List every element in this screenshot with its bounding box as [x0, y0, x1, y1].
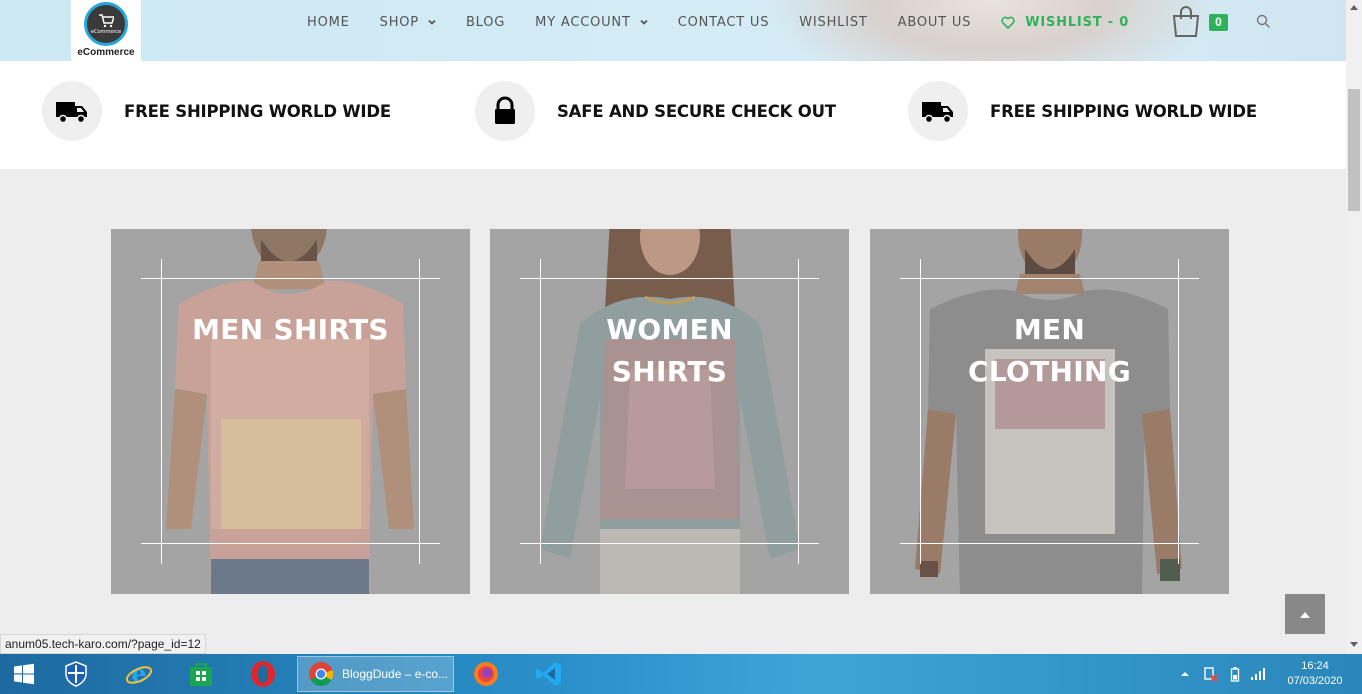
taskbar-app-ie[interactable]: e [115, 654, 163, 694]
logo-text: eCommerce [77, 47, 135, 58]
chevron-down-icon [428, 19, 436, 25]
taskbar-app-defender[interactable] [52, 654, 100, 694]
clock-date: 07/03/2020 [1287, 675, 1343, 687]
internet-explorer-icon: e [125, 659, 153, 688]
nav-label: WISHLIST [799, 14, 868, 30]
shopping-bag-icon[interactable] [1170, 4, 1202, 38]
cart-count-badge: 0 [1209, 14, 1228, 31]
feature-item: SAFE AND SECURE CHECK OUT [475, 81, 836, 141]
frame-line [520, 543, 819, 544]
feature-label: SAFE AND SECURE CHECK OUT [557, 101, 836, 121]
vscode-icon [536, 662, 561, 686]
windows-taskbar: e BloggDude – e-co... 16:24 07/03/2020 [0, 654, 1362, 694]
start-icon [14, 663, 34, 685]
site-logo[interactable]: eCommerce eCommerce [71, 0, 141, 61]
page-scrollbar[interactable] [1346, 0, 1362, 654]
tile-overlay [870, 229, 1229, 594]
tile-overlay [111, 229, 470, 594]
feature-item: FREE SHIPPING WORLD WIDE [42, 81, 391, 141]
nav-item-wishlist[interactable]: WISHLIST [784, 15, 882, 30]
logo-badge: eCommerce [84, 2, 128, 46]
nav-item-blog[interactable]: BLOG [451, 15, 520, 30]
store-icon [190, 663, 212, 686]
nav-label: SHOP [379, 14, 419, 30]
category-tile-men-shirts[interactable]: MEN SHIRTS [111, 229, 470, 594]
feature-label: FREE SHIPPING WORLD WIDE [124, 101, 391, 121]
firefox-icon [474, 662, 498, 686]
feature-label: FREE SHIPPING WORLD WIDE [990, 101, 1257, 121]
active-window-label: BloggDude – e-co... [342, 667, 449, 681]
chrome-icon [309, 662, 334, 686]
wishlist-counter-label: WISHLIST - 0 [1025, 14, 1130, 30]
frame-line [798, 259, 799, 564]
taskbar-clock[interactable]: 16:24 07/03/2020 [1284, 659, 1346, 689]
scrollbar-thumb[interactable] [1348, 89, 1360, 211]
frame-line [419, 259, 420, 564]
cart-logo-icon [99, 13, 114, 27]
nav-item-contact-us[interactable]: CONTACT US [663, 15, 785, 30]
frame-line [900, 543, 1199, 544]
nav-label: BLOG [465, 14, 506, 30]
frame-line [141, 278, 440, 279]
windows-defender-icon [65, 661, 87, 687]
frame-line [520, 278, 819, 279]
chevron-down-icon [640, 19, 648, 25]
site-header: eCommerce eCommerce HOME SHOP BLOG MY AC… [0, 0, 1346, 61]
taskbar-app-opera[interactable] [239, 654, 287, 694]
wishlist-counter-link[interactable]: WISHLIST - 0 [986, 15, 1144, 30]
heart-icon [1001, 16, 1015, 29]
search-icon[interactable] [1256, 14, 1271, 29]
features-bar: FREE SHIPPING WORLD WIDE SAFE AND SECURE… [0, 61, 1346, 169]
nav-item-about-us[interactable]: ABOUT US [883, 15, 987, 30]
scroll-down-arrow-icon[interactable] [1350, 642, 1358, 647]
network-disconnected-icon[interactable] [1202, 666, 1218, 682]
truck-icon [922, 102, 953, 124]
nav-item-shop[interactable]: SHOP [365, 15, 451, 30]
tile-overlay [490, 229, 849, 594]
frame-line [920, 259, 921, 564]
nav-label: CONTACT US [677, 14, 770, 30]
system-tray [1180, 654, 1266, 694]
category-title: MEN SHIRTS [192, 313, 389, 346]
nav-label: HOME [307, 14, 350, 30]
frame-line [161, 259, 162, 564]
main-nav: HOME SHOP BLOG MY ACCOUNT CONTACT US WIS… [292, 0, 1144, 44]
nav-item-home[interactable]: HOME [292, 15, 365, 30]
frame-line [900, 278, 1199, 279]
start-button[interactable] [0, 654, 48, 694]
category-tile-women-shirts[interactable]: WOMEN SHIRTS [490, 229, 849, 594]
taskbar-app-vscode[interactable] [525, 654, 573, 694]
clock-time: 16:24 [1301, 660, 1329, 672]
nav-label: ABOUT US [897, 14, 972, 30]
logo-badge-text: eCommerce [90, 28, 122, 35]
nav-item-my-account[interactable]: MY ACCOUNT [520, 15, 663, 30]
frame-line [540, 259, 541, 564]
scroll-up-arrow-icon[interactable] [1350, 5, 1358, 10]
taskbar-app-firefox[interactable] [462, 654, 510, 694]
feature-item: FREE SHIPPING WORLD WIDE [908, 81, 1257, 141]
chevron-up-icon [1300, 611, 1310, 618]
status-bar-url: anum05.tech-karo.com/?page_id=12 [0, 634, 206, 654]
signal-icon[interactable] [1250, 668, 1266, 680]
battery-icon[interactable] [1230, 666, 1240, 682]
tray-expand-icon[interactable] [1180, 669, 1190, 679]
back-to-top-button[interactable] [1285, 594, 1325, 634]
nav-label: MY ACCOUNT [535, 14, 631, 30]
frame-line [1178, 259, 1179, 564]
category-title: WOMEN SHIRTS [606, 313, 733, 388]
category-tile-men-clothing[interactable]: MEN CLOTHING [870, 229, 1229, 594]
taskbar-app-chrome-active[interactable]: BloggDude – e-co... [297, 656, 454, 692]
feature-icon-circle [908, 81, 968, 141]
category-title: MEN CLOTHING [968, 313, 1131, 388]
taskbar-app-store[interactable] [177, 654, 225, 694]
frame-line [141, 543, 440, 544]
feature-icon-circle [475, 81, 535, 141]
truck-icon [56, 102, 87, 124]
feature-icon-circle [42, 81, 102, 141]
opera-icon [251, 661, 275, 687]
lock-icon [495, 96, 515, 124]
